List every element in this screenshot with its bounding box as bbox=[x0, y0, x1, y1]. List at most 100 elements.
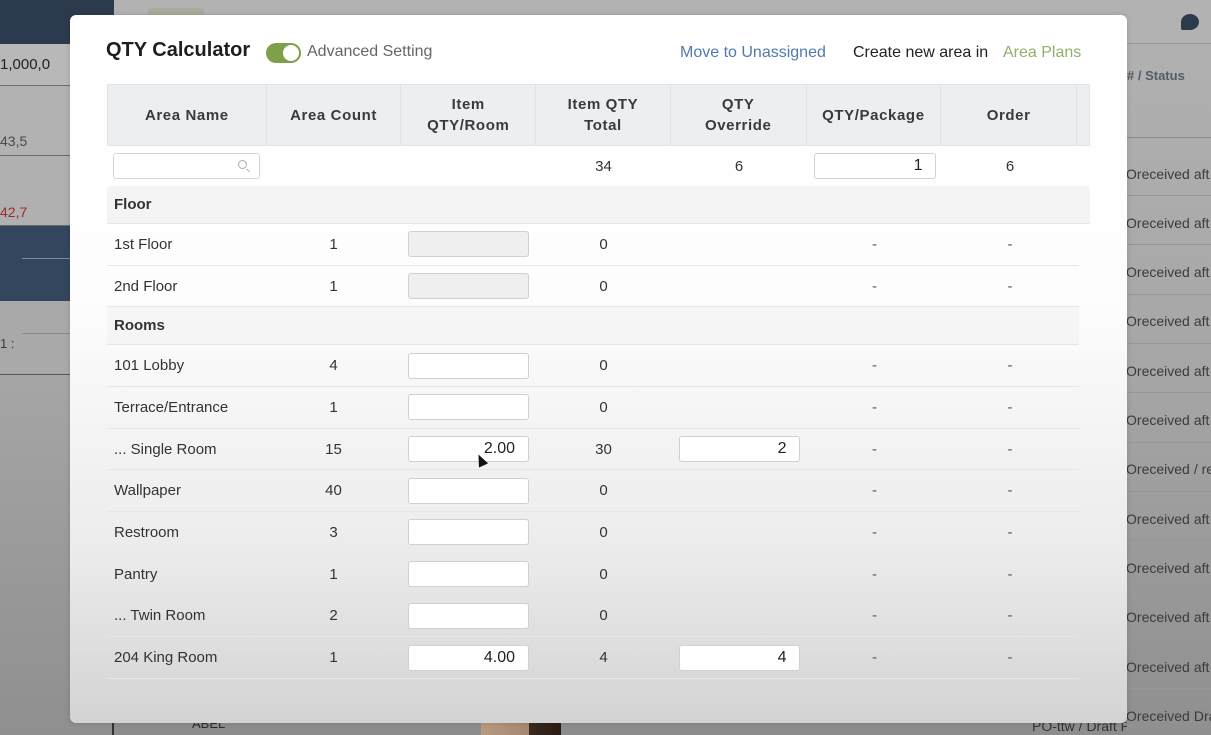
item-qty-room-input[interactable] bbox=[408, 477, 529, 504]
area-plans-link[interactable]: Area Plans bbox=[1003, 44, 1081, 62]
item-qty-total: 0 bbox=[599, 277, 608, 295]
summary-filter-row: 34 6 6 bbox=[107, 146, 1090, 186]
background-status-text: received bbox=[1136, 559, 1190, 576]
background-status-row: ft POreceivedDraft PO bbox=[1127, 689, 1211, 735]
item-qty-room-input[interactable] bbox=[408, 352, 529, 379]
background-status-row: ft POreceivedaft PO bbox=[1127, 196, 1211, 246]
background-status-text: ft PO bbox=[1127, 707, 1137, 724]
area-count: 1 bbox=[329, 277, 338, 295]
table-row: 1st Floor 1 0 - - bbox=[107, 224, 1079, 266]
item-qty-room-input bbox=[408, 231, 529, 258]
table-row: ... Single Room 15 30 - - bbox=[107, 429, 1079, 471]
order-value: - bbox=[1007, 607, 1013, 625]
qty-package-value: - bbox=[872, 523, 877, 541]
background-status-row: ft POreceivedaft PO bbox=[1127, 246, 1211, 295]
item-qty-total: 30 bbox=[595, 440, 612, 458]
item-qty-room-input bbox=[408, 273, 529, 300]
order-value: - bbox=[1007, 277, 1013, 295]
background-status-text: aft PO bbox=[1193, 264, 1211, 281]
background-status-text: Draft PO bbox=[1193, 707, 1211, 724]
area-search-box[interactable] bbox=[113, 153, 260, 179]
background-status-text: aft PO bbox=[1193, 362, 1211, 379]
item-qty-room-input[interactable] bbox=[408, 394, 529, 421]
item-qty-total-sum: 34 bbox=[595, 157, 612, 175]
qty-package-cell bbox=[807, 146, 942, 186]
qty-override-input[interactable] bbox=[678, 644, 800, 671]
background-status-text: received bbox=[1136, 264, 1190, 281]
order-value: - bbox=[1007, 649, 1013, 667]
table-body: Floor 1st Floor 1 0 - - 2nd Floor 1 0 - - Rooms 101 … bbox=[107, 186, 1090, 679]
column-header-qty-package[interactable]: QTY/Package bbox=[807, 85, 942, 145]
background-thumbnail bbox=[481, 722, 561, 735]
create-new-area-text: Create new area in bbox=[853, 44, 989, 61]
qty-override-cell bbox=[671, 266, 807, 307]
background-status-text: received bbox=[1136, 165, 1190, 182]
area-count: 1 bbox=[329, 235, 338, 253]
area-name: Wallpaper bbox=[114, 482, 181, 500]
column-header-area-count[interactable]: Area Count bbox=[267, 85, 402, 145]
qty-package-value: - bbox=[872, 565, 877, 583]
background-label: ABEL bbox=[192, 722, 226, 731]
background-bottom-row: ABEL PO-ttw / Draft PO bbox=[114, 722, 1127, 735]
background-status-text: aft PO bbox=[1193, 412, 1211, 428]
group-header-row: Floor bbox=[107, 186, 1090, 224]
background-status: PO-ttw / Draft PO bbox=[1032, 722, 1127, 734]
item-qty-room-input[interactable] bbox=[408, 602, 529, 629]
background-status-row: ft POreceivedaft PO bbox=[1127, 492, 1211, 542]
background-status-text: received bbox=[1136, 362, 1190, 379]
qty-package-value: - bbox=[872, 357, 877, 375]
item-qty-room-input[interactable] bbox=[408, 644, 529, 671]
qty-calculator-modal: QTY Calculator Advanced Setting Move to … bbox=[70, 15, 1127, 723]
item-qty-room-cell bbox=[401, 345, 536, 386]
item-qty-room-input[interactable] bbox=[408, 561, 529, 588]
advanced-setting-label: Advanced Setting bbox=[307, 43, 433, 60]
item-qty-room-cell bbox=[401, 266, 536, 307]
order-total: 6 bbox=[1005, 157, 1015, 175]
column-header-item-qty-room[interactable]: Item QTY/Room bbox=[401, 85, 537, 145]
move-to-unassigned-link[interactable]: Move to Unassigned bbox=[680, 44, 826, 62]
item-qty-room-cell bbox=[401, 470, 536, 511]
background-status-text: aft PO bbox=[1193, 658, 1211, 675]
order-value: - bbox=[1007, 398, 1013, 416]
area-name: Pantry bbox=[114, 565, 158, 583]
toggle-knob bbox=[283, 45, 299, 61]
item-qty-total: 4 bbox=[599, 649, 608, 667]
item-qty-room-input[interactable] bbox=[408, 436, 529, 463]
qty-override-cell bbox=[671, 596, 807, 637]
qty-package-value: - bbox=[872, 607, 877, 625]
order-value: - bbox=[1007, 440, 1013, 458]
background-status-row: ft POreceivedaft PO bbox=[1127, 394, 1211, 443]
order-value: - bbox=[1007, 357, 1013, 375]
item-qty-room-cell bbox=[401, 387, 536, 428]
column-header-overflow bbox=[1077, 85, 1089, 145]
background-status-text: ft PO bbox=[1127, 264, 1137, 281]
chat-icon bbox=[1181, 14, 1199, 30]
area-search-input[interactable] bbox=[114, 154, 234, 178]
column-header-area-name[interactable]: Area Name bbox=[108, 85, 267, 145]
table-row: Restroom 3 0 - - bbox=[107, 512, 1079, 554]
background-status-text: aft PO bbox=[1193, 313, 1211, 330]
area-name: 1st Floor bbox=[114, 235, 173, 253]
column-header-order[interactable]: Order bbox=[941, 85, 1077, 145]
background-status-text: received bbox=[1136, 313, 1190, 330]
table-row: Pantry 1 0 - - bbox=[107, 554, 1079, 596]
background-status-row: ft POreceived/ received bbox=[1127, 443, 1211, 492]
item-qty-room-cell bbox=[401, 512, 536, 553]
item-qty-room-input[interactable] bbox=[408, 519, 529, 546]
qty-package-input[interactable] bbox=[813, 153, 936, 179]
qty-override-cell bbox=[671, 470, 807, 511]
background-status-row: ft POreceivedaft PO bbox=[1127, 541, 1211, 591]
background-status-text: ft PO bbox=[1127, 461, 1137, 478]
qty-override-cell bbox=[671, 637, 807, 678]
qty-override-cell bbox=[671, 224, 807, 265]
item-qty-total: 0 bbox=[599, 357, 608, 375]
advanced-setting-toggle[interactable] bbox=[266, 43, 301, 63]
background-status-column: # / Status ft POreceivedaft POft POrecei… bbox=[1127, 44, 1211, 735]
qty-override-cell bbox=[671, 554, 807, 595]
background-status-text: ft PO bbox=[1127, 313, 1137, 330]
filter-cell-empty bbox=[401, 146, 536, 186]
table-row: 101 Lobby 4 0 - - bbox=[107, 345, 1079, 388]
column-header-qty-override[interactable]: QTY Override bbox=[671, 85, 807, 145]
column-header-item-qty-total[interactable]: Item QTY Total bbox=[536, 85, 671, 145]
qty-override-input[interactable] bbox=[678, 436, 800, 463]
